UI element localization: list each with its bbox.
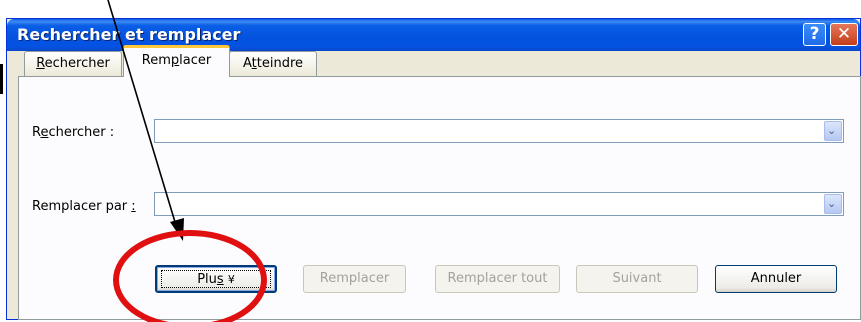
tab-remplacer[interactable]: Remplacer (123, 45, 230, 77)
find-input[interactable]: ⌄ (154, 119, 844, 143)
find-label: Rechercher : (32, 125, 115, 140)
help-button[interactable]: ? (803, 23, 826, 46)
help-icon: ? (809, 24, 820, 44)
text-cursor-fragment (0, 64, 3, 94)
close-button[interactable]: ✕ (830, 23, 858, 46)
tab-rechercher[interactable]: Rechercher (24, 51, 122, 76)
close-icon: ✕ (836, 24, 852, 44)
replace-label: Remplacer par : (32, 199, 136, 214)
chevron-down-icon: ⌄ (827, 197, 837, 210)
find-next-button[interactable]: Suivant (576, 265, 698, 293)
cancel-button[interactable]: Annuler (715, 265, 837, 293)
focus-ring (161, 270, 271, 288)
replace-button[interactable]: Remplacer (303, 265, 406, 293)
replace-input[interactable]: ⌄ (154, 192, 844, 216)
tab-atteindre[interactable]: Atteindre (229, 51, 317, 76)
find-dropdown-button[interactable]: ⌄ (824, 121, 842, 141)
window-title: Rechercher et remplacer (17, 25, 241, 44)
more-button[interactable]: Plus ¥ (155, 265, 277, 293)
replace-all-button[interactable]: Remplacer tout (435, 265, 560, 293)
chevron-down-icon: ⌄ (827, 124, 837, 137)
replace-dropdown-button[interactable]: ⌄ (824, 194, 842, 214)
